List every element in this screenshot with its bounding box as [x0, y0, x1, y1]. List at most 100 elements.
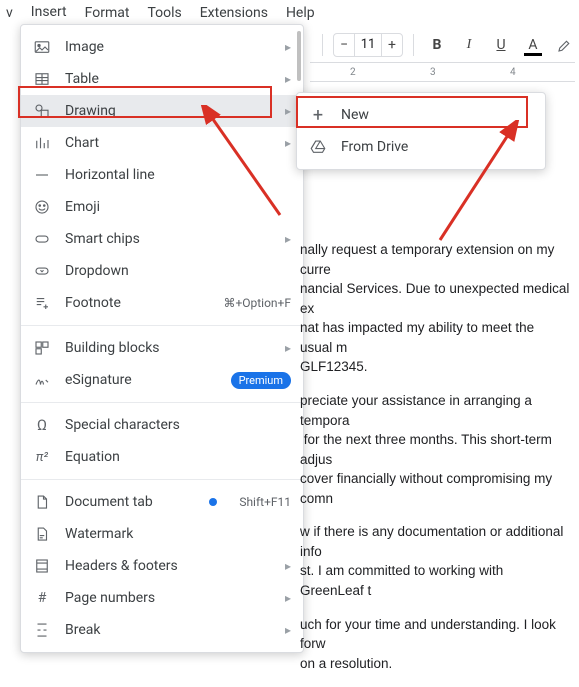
menu-label: Break	[65, 622, 271, 638]
menu-item-drawing[interactable]: Drawing ▸	[21, 95, 303, 127]
footnote-icon	[33, 294, 51, 312]
text-color-label: A	[528, 37, 537, 53]
chevron-right-icon: ▸	[285, 40, 291, 54]
doc-text: on a resolution.	[300, 656, 392, 671]
ruler-mark: 4	[510, 67, 516, 78]
menu-label: Headers & footers	[65, 558, 271, 574]
submenu-item-from-drive[interactable]: From Drive	[297, 131, 545, 163]
fontsize-value[interactable]: 11	[354, 34, 382, 56]
menu-item-headers-footers[interactable]: Headers & footers ▸	[21, 550, 303, 582]
toolbar: − 11 + B I U A	[310, 30, 579, 60]
doc-text: uch for your time and understanding. I l…	[300, 617, 560, 652]
menu-insert[interactable]: Insert	[31, 4, 67, 22]
menu-item-building-blocks[interactable]: Building blocks ▸	[21, 332, 303, 364]
fontsize-increase[interactable]: +	[382, 37, 402, 53]
text-color-swatch	[524, 53, 542, 56]
underline-button[interactable]: U	[488, 32, 514, 58]
page-numbers-icon: #	[33, 589, 51, 607]
doc-text: nancial Services. Due to unexpected medi…	[300, 281, 573, 316]
dropdown-icon	[33, 262, 51, 280]
chevron-right-icon: ▸	[285, 136, 291, 150]
menu-item-image[interactable]: Image ▸	[21, 31, 303, 63]
menu-item-footnote[interactable]: Footnote ⌘+Option+F	[21, 287, 303, 319]
text-color-button[interactable]: A	[520, 32, 546, 58]
menu-item-chart[interactable]: Chart ▸	[21, 127, 303, 159]
menu-label: Special characters	[65, 417, 291, 433]
menu-item-page-numbers[interactable]: # Page numbers ▸	[21, 582, 303, 614]
menu-item-equation[interactable]: π² Equation	[21, 441, 303, 473]
submenu-item-new[interactable]: + New	[297, 99, 545, 131]
doc-text: nat has impacted my ability to meet the …	[300, 320, 538, 355]
chart-icon	[33, 134, 51, 152]
menu-item-esignature[interactable]: eSignature Premium	[21, 364, 303, 396]
submenu-label: From Drive	[341, 139, 533, 155]
drawing-submenu: + New From Drive	[296, 92, 546, 170]
toolbar-separator	[322, 34, 323, 56]
break-icon	[33, 621, 51, 639]
document-body[interactable]: nally request a temporary extension on m…	[300, 240, 570, 687]
toolbar-separator	[413, 34, 414, 56]
menu-tools[interactable]: Tools	[147, 5, 181, 21]
italic-button[interactable]: I	[456, 32, 482, 58]
chevron-right-icon: ▸	[285, 623, 291, 637]
doc-text: st. I am committed to working with Green…	[300, 563, 507, 598]
submenu-label: New	[341, 107, 533, 123]
menu-label: Smart chips	[65, 231, 271, 247]
doc-text: w if there is any documentation or addit…	[300, 524, 567, 559]
menu-label: Dropdown	[65, 263, 291, 279]
chevron-right-icon: ▸	[285, 72, 291, 86]
chevron-right-icon: ▸	[285, 104, 291, 118]
menu-item-special-characters[interactable]: Ω Special characters	[21, 409, 303, 441]
ruler[interactable]: 2 3 4	[310, 62, 575, 82]
headers-footers-icon	[33, 557, 51, 575]
menu-label: eSignature	[65, 372, 217, 388]
esignature-icon	[33, 371, 51, 389]
doc-text: for the next three months. This short-te…	[300, 432, 556, 467]
fontsize-stepper[interactable]: − 11 +	[333, 33, 403, 57]
plus-icon: +	[309, 106, 327, 124]
equation-icon: π²	[33, 448, 51, 466]
menu-label: Page numbers	[65, 590, 271, 606]
menu-divider	[21, 479, 303, 480]
menu-extensions[interactable]: Extensions	[200, 5, 268, 21]
chevron-right-icon: ▸	[285, 591, 291, 605]
fontsize-decrease[interactable]: −	[334, 37, 354, 53]
shortcut-hint: Shift+F11	[239, 495, 291, 509]
smart-chips-icon	[33, 230, 51, 248]
menubar-prefix: v	[6, 5, 13, 21]
document-tab-icon	[33, 493, 51, 511]
doc-text: nally request a temporary extension on m…	[300, 242, 558, 277]
drawing-icon	[33, 102, 51, 120]
special-characters-icon: Ω	[33, 416, 51, 434]
menu-help[interactable]: Help	[286, 5, 315, 21]
doc-text: cover financially without compromising m…	[300, 471, 556, 506]
menu-label: Footnote	[65, 295, 209, 311]
menu-item-dropdown[interactable]: Dropdown	[21, 255, 303, 287]
drive-icon	[309, 138, 327, 156]
ruler-mark: 3	[430, 67, 436, 78]
menu-label: Building blocks	[65, 340, 271, 356]
menu-item-table[interactable]: Table ▸	[21, 63, 303, 95]
menu-item-emoji[interactable]: Emoji	[21, 191, 303, 223]
menu-item-watermark[interactable]: Watermark	[21, 518, 303, 550]
building-blocks-icon	[33, 339, 51, 357]
chevron-right-icon: ▸	[285, 559, 291, 573]
premium-badge: Premium	[231, 372, 291, 389]
menu-label: Image	[65, 39, 271, 55]
menu-label: Table	[65, 71, 271, 87]
doc-text: GLF12345.	[300, 359, 368, 374]
highlight-button[interactable]	[552, 32, 578, 58]
menu-item-smart-chips[interactable]: Smart chips ▸	[21, 223, 303, 255]
menu-label: Document tab	[65, 494, 195, 510]
menu-format[interactable]: Format	[85, 5, 130, 21]
horizontal-line-icon	[33, 166, 51, 184]
bold-button[interactable]: B	[424, 32, 450, 58]
watermark-icon	[33, 525, 51, 543]
menu-item-horizontal-line[interactable]: Horizontal line	[21, 159, 303, 191]
emoji-icon	[33, 198, 51, 216]
menu-label: Drawing	[65, 103, 271, 119]
doc-text: preciate your assistance in arranging a …	[300, 393, 536, 428]
new-indicator-dot	[209, 498, 217, 506]
menu-item-document-tab[interactable]: Document tab Shift+F11	[21, 486, 303, 518]
menu-item-break[interactable]: Break ▸	[21, 614, 303, 646]
